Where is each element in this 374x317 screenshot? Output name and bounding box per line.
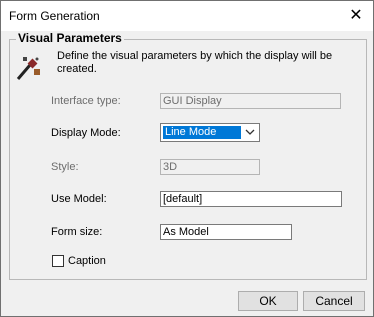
ok-button[interactable]: OK — [238, 291, 298, 311]
window-title: Form Generation — [9, 9, 100, 23]
close-icon[interactable]: ✕ — [345, 5, 367, 27]
form-generation-dialog: Form Generation ✕ Visual Parameters Defi… — [0, 0, 374, 317]
display-mode-select[interactable]: Line Mode — [160, 123, 260, 142]
interface-type-label: Interface type: — [51, 95, 121, 107]
caption-label: Caption — [68, 255, 106, 267]
display-mode-label: Display Mode: — [51, 127, 121, 139]
title-bar: Form Generation ✕ — [1, 1, 373, 31]
form-size-field[interactable]: As Model — [160, 224, 292, 240]
group-title: Visual Parameters — [16, 31, 124, 45]
display-mode-selected-value: Line Mode — [163, 126, 241, 139]
interface-type-field: GUI Display — [160, 93, 341, 109]
style-label: Style: — [51, 161, 79, 173]
chevron-down-icon — [245, 129, 255, 135]
style-field: 3D — [160, 159, 260, 175]
form-size-label: Form size: — [51, 226, 103, 238]
cancel-button[interactable]: Cancel — [303, 291, 365, 311]
magic-wand-icon — [16, 57, 40, 80]
use-model-label: Use Model: — [51, 193, 107, 205]
group-description: Define the visual parameters by which th… — [57, 50, 333, 75]
caption-checkbox[interactable] — [52, 255, 64, 267]
use-model-field[interactable]: [default] — [160, 191, 342, 207]
